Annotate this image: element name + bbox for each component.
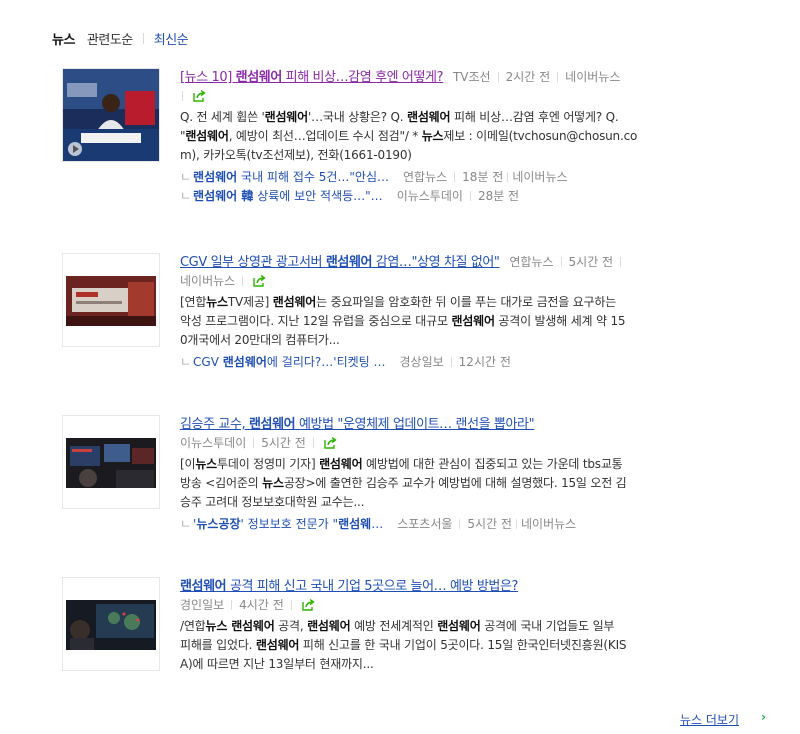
news-source[interactable]: TV조선 [453, 70, 491, 84]
naver-news-link[interactable]: 네이버뉴스 [565, 70, 620, 84]
related-source[interactable]: 이뉴스투데이 [397, 189, 463, 203]
related-time: 18분 전 [462, 170, 504, 184]
tab-relevance[interactable]: 관련도순 [87, 29, 133, 48]
meta-divider [497, 72, 499, 82]
related-news-link[interactable]: 랜섬웨어 韓 상륙에 보안 적색등…"… [193, 189, 383, 203]
meta-divider [312, 438, 314, 448]
meta-divider [469, 191, 471, 201]
naver-news-link[interactable]: 네이버뉴스 [521, 517, 576, 531]
news-source[interactable]: 경인일보 [180, 598, 224, 612]
meta-divider [242, 276, 244, 286]
related-time: 12시간 전 [458, 355, 511, 369]
sort-tabs: 뉴스 관련도순 최신순 [52, 29, 189, 48]
meta-divider [450, 357, 452, 367]
related-news-item: ㄴ '뉴스공장' 정보보호 전문가 "랜섬웨… 스포츠서울 5시간 전 네이버뉴스 [180, 515, 766, 534]
world-map-monitor-thumbnail-image [66, 600, 156, 650]
news-description: [이뉴스투데이 정영미 기자] 랜섬웨어 예방법에 대한 관심이 집중되고 있는… [180, 457, 627, 509]
meta-divider [560, 257, 562, 267]
news-description: /연합뉴스 랜섬웨어 공격, 랜섬웨어 예방 전세계적인 랜섬웨어 공격에 국내… [180, 619, 627, 671]
tab-news[interactable]: 뉴스 [52, 29, 75, 48]
meta-divider [557, 72, 559, 82]
share-icon[interactable] [253, 275, 266, 287]
related-news-list: ㄴ '뉴스공장' 정보보호 전문가 "랜섬웨… 스포츠서울 5시간 전 네이버뉴스 [180, 515, 766, 534]
naver-news-link[interactable]: 네이버뉴스 [512, 170, 567, 184]
related-source[interactable]: 경상일보 [400, 355, 444, 369]
more-news-link[interactable]: 뉴스 더보기 [680, 711, 739, 728]
related-time: 28분 전 [477, 189, 520, 203]
news-time: 2시간 전 [505, 70, 551, 84]
meta-divider [182, 91, 183, 101]
meta-divider [231, 600, 233, 610]
news-source[interactable]: 연합뉴스 [509, 255, 553, 269]
related-news-link[interactable]: '뉴스공장' 정보보호 전문가 "랜섬웨… [193, 517, 383, 531]
news-source[interactable]: 이뉴스투데이 [180, 436, 246, 450]
meta-divider [454, 172, 456, 182]
meta-divider [253, 438, 255, 448]
news-thumbnail[interactable] [62, 68, 160, 162]
meta-divider [290, 600, 292, 610]
related-marker: ㄴ [180, 517, 192, 531]
share-icon[interactable] [324, 437, 337, 449]
news-title-link[interactable]: 랜섬웨어 공격 피해 신고 국내 기업 5곳으로 늘어… 예방 방법은? [180, 579, 518, 594]
related-marker: ㄴ [180, 170, 192, 184]
meta-divider [515, 519, 517, 529]
related-marker: ㄴ [180, 355, 192, 369]
news-description: Q. 전 세계 휩쓴 '랜섬웨어'…국내 상황은? Q. 랜섬웨어 피해 비상…… [180, 110, 638, 162]
related-news-link[interactable]: CGV 랜섬웨어에 걸리다?…'티켓팅 … [193, 355, 385, 369]
naver-news-link[interactable]: 네이버뉴스 [180, 274, 235, 288]
meta-divider [459, 519, 461, 529]
related-source[interactable]: 스포츠서울 [397, 517, 452, 531]
news-time: 5시간 전 [568, 255, 614, 269]
news-time: 4시간 전 [239, 598, 284, 612]
related-news-list: ㄴ 랜섬웨어 국내 피해 접수 5건…"안심… 연합뉴스 18분 전 네이버뉴스 ㄴ 랜섬… [180, 168, 766, 206]
news-thumbnail[interactable] [62, 253, 160, 347]
meta-divider [507, 172, 509, 182]
related-news-list: ㄴ CGV 랜섬웨어에 걸리다?…'티켓팅 … 경상일보 12시간 전 [180, 353, 766, 372]
news-anchor-thumbnail-image [63, 69, 159, 161]
news-title-link[interactable]: [뉴스 10] 랜섬웨어 피해 비상…감염 후엔 어떻게? [180, 70, 444, 85]
related-news-item: ㄴ CGV 랜섬웨어에 걸리다?…'티켓팅 … 경상일보 12시간 전 [180, 353, 766, 372]
tab-latest[interactable]: 최신순 [154, 29, 189, 48]
news-description: [연합뉴스TV제공] 랜섬웨어는 중요파일을 암호화한 뒤 이를 푸는 대가로 … [180, 295, 626, 347]
news-thumbnail[interactable] [62, 415, 160, 509]
meta-divider [620, 257, 622, 267]
related-time: 5시간 전 [467, 517, 512, 531]
security-monitor-thumbnail-image [66, 438, 156, 488]
news-title-link[interactable]: CGV 일부 상영관 광고서버 랜섬웨어 감염…"상영 차질 없어" [180, 255, 500, 270]
related-marker: ㄴ [180, 189, 192, 203]
cgv-thumbnail-image [66, 276, 156, 326]
tab-divider [142, 33, 144, 44]
news-title-link[interactable]: 김승주 교수, 랜섬웨어 예방법 "운영체제 업데이트… 랜선을 뽑아라" [180, 417, 535, 432]
share-icon[interactable] [302, 599, 315, 611]
related-news-item: ㄴ 랜섬웨어 국내 피해 접수 5건…"안심… 연합뉴스 18분 전 네이버뉴스 [180, 168, 766, 187]
news-time: 5시간 전 [261, 436, 306, 450]
share-icon[interactable] [193, 90, 206, 102]
related-news-link[interactable]: 랜섬웨어 국내 피해 접수 5건…"안심… [193, 170, 389, 184]
related-source[interactable]: 연합뉴스 [403, 170, 447, 184]
related-news-item: ㄴ 랜섬웨어 韓 상륙에 보안 적색등…"… 이뉴스투데이 28분 전 [180, 187, 766, 206]
chevron-right-icon[interactable]: › [761, 710, 766, 724]
news-thumbnail[interactable] [62, 577, 160, 671]
